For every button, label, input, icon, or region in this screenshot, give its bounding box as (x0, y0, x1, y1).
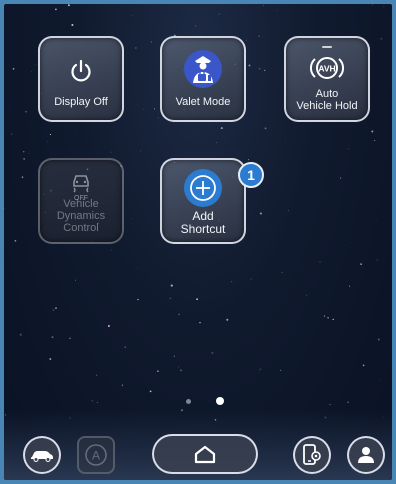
display-off-button[interactable]: Display Off (38, 36, 124, 122)
valet-mode-button[interactable]: Valet Mode (160, 36, 246, 122)
add-shortcut-label: Add Shortcut (180, 209, 226, 236)
display-off-label: Display Off (54, 96, 108, 108)
profile-button[interactable] (347, 436, 385, 474)
vehicle-dynamics-control-button[interactable]: OFF Vehicle Dynamics Control (38, 158, 124, 244)
vehicle-button[interactable] (23, 436, 61, 474)
profile-icon (358, 447, 374, 463)
callout-badge: 1 (238, 162, 264, 188)
svg-text:A: A (92, 449, 100, 463)
home-icon (194, 445, 216, 464)
avh-icon: AVH (310, 57, 344, 79)
car-icon (31, 451, 53, 462)
svg-text:AVH: AVH (318, 64, 335, 74)
avh-indicator-bar (322, 46, 332, 48)
valet-mode-label: Valet Mode (175, 96, 231, 108)
valet-icon (184, 50, 222, 88)
auto-icon: A (85, 444, 107, 466)
add-shortcut-button[interactable]: Add Shortcut (160, 158, 246, 244)
phone-settings-button[interactable] (293, 436, 331, 474)
auto-vehicle-hold-label: Auto Vehicle Hold (296, 88, 358, 112)
auto-vehicle-hold-button[interactable]: AVH Auto Vehicle Hold (284, 36, 370, 122)
phone-settings-icon (303, 444, 321, 465)
plus-icon (184, 169, 222, 207)
page-indicator-2[interactable] (216, 397, 224, 405)
auto-button[interactable]: A (77, 436, 115, 474)
home-button[interactable] (152, 434, 258, 474)
power-icon (71, 59, 91, 82)
page-indicator-1[interactable] (186, 399, 191, 404)
vehicle-dynamics-control-label: Vehicle Dynamics Control (56, 198, 106, 234)
home-screen: Display Off Valet Mode AVH Auto Vehicle … (4, 4, 392, 480)
